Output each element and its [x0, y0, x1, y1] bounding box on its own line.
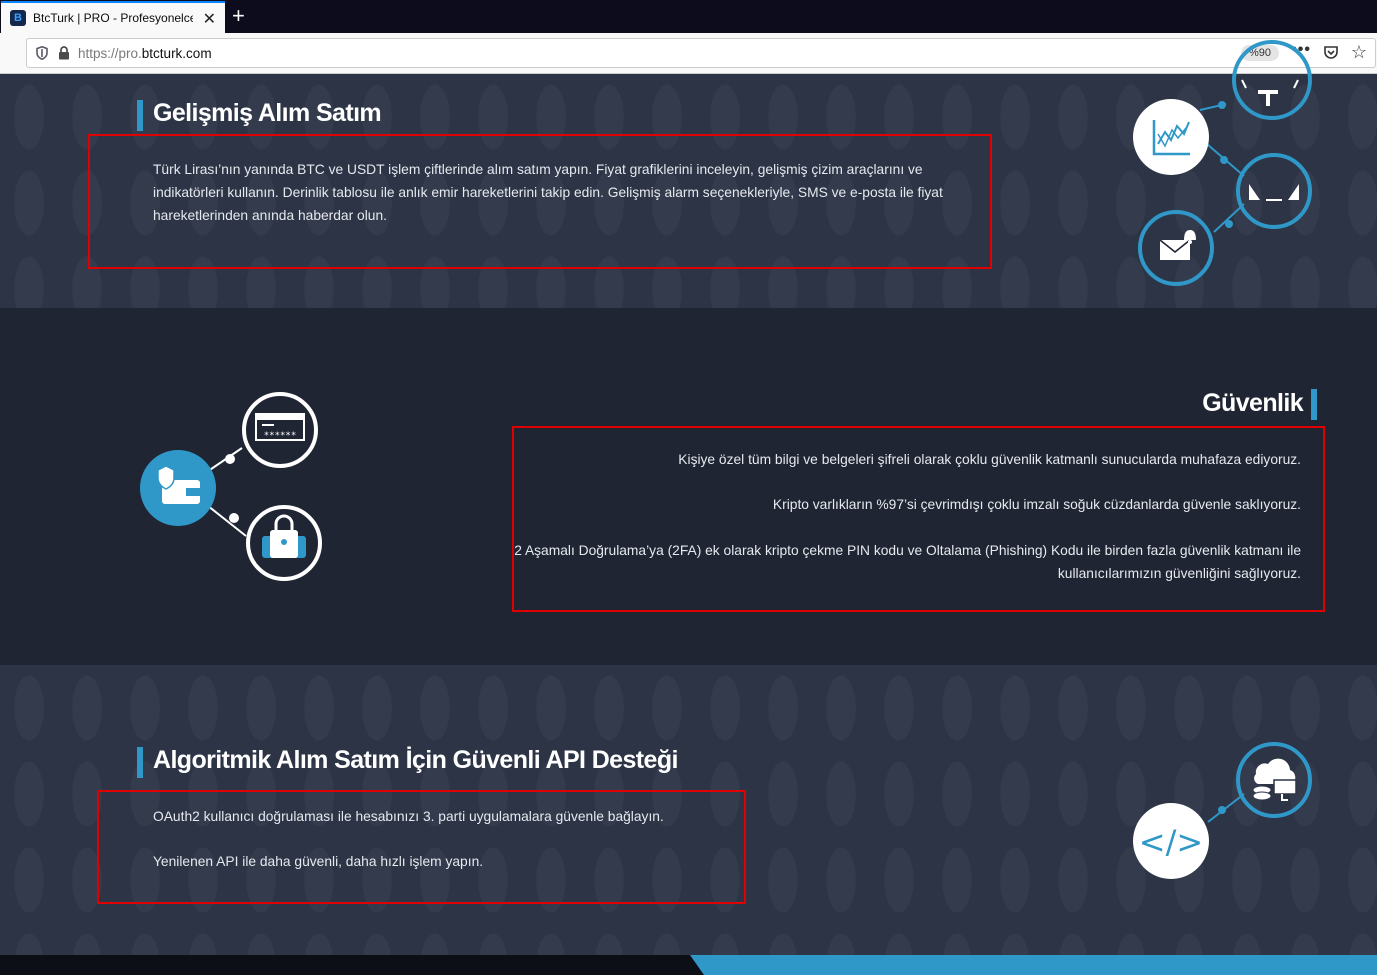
- btcturk-favicon-icon: B: [10, 10, 26, 26]
- chart-icon: [1133, 99, 1209, 175]
- bookmark-star-icon[interactable]: ☆: [1351, 42, 1367, 63]
- footer-accent: [690, 955, 1377, 975]
- security-illustration: ******: [140, 392, 322, 581]
- tracking-shield-icon[interactable]: [36, 46, 48, 60]
- nav-bar: https://pro.btcturk.com %90 ••• ☆: [0, 33, 1377, 74]
- tab-bar: B BtcTurk | PRO - Profesyonelce Kripto ✕…: [0, 0, 1377, 33]
- annotation-box: [512, 426, 1325, 612]
- section-title-trading: Gelişmiş Alım Satım: [153, 99, 382, 127]
- code-icon-glyph: </>: [1139, 823, 1203, 861]
- password-field-text: ******: [264, 431, 297, 441]
- heading-accent-bar: [137, 747, 143, 778]
- url-scheme: https://pro.: [78, 45, 142, 61]
- heading-accent-bar: [137, 100, 143, 131]
- lock-icon[interactable]: [58, 46, 70, 60]
- heading-accent-bar: [1311, 389, 1317, 420]
- api-illustration: </>: [1133, 742, 1312, 879]
- new-tab-icon[interactable]: +: [232, 3, 245, 29]
- tab-close-icon[interactable]: ✕: [203, 9, 216, 29]
- annotation-box: [88, 134, 992, 269]
- url-text[interactable]: https://pro.btcturk.com: [78, 46, 212, 61]
- url-bar[interactable]: https://pro.btcturk.com %90 ••• ☆: [26, 38, 1376, 68]
- trading-illustration: [1133, 40, 1312, 286]
- depth-chart-icon: [1236, 153, 1312, 229]
- browser-tab[interactable]: B BtcTurk | PRO - Profesyonelce Kripto ✕: [1, 1, 225, 33]
- section-title-api: Algoritmik Alım Satım İçin Güvenli API D…: [153, 746, 678, 774]
- tab-title: BtcTurk | PRO - Profesyonelce Kripto: [33, 11, 193, 25]
- password-icon: [242, 392, 318, 468]
- section-title-security: Güvenlik: [1202, 389, 1303, 417]
- pocket-icon[interactable]: [1323, 45, 1339, 61]
- annotation-box: [97, 790, 746, 904]
- url-host: btcturk.com: [141, 45, 212, 61]
